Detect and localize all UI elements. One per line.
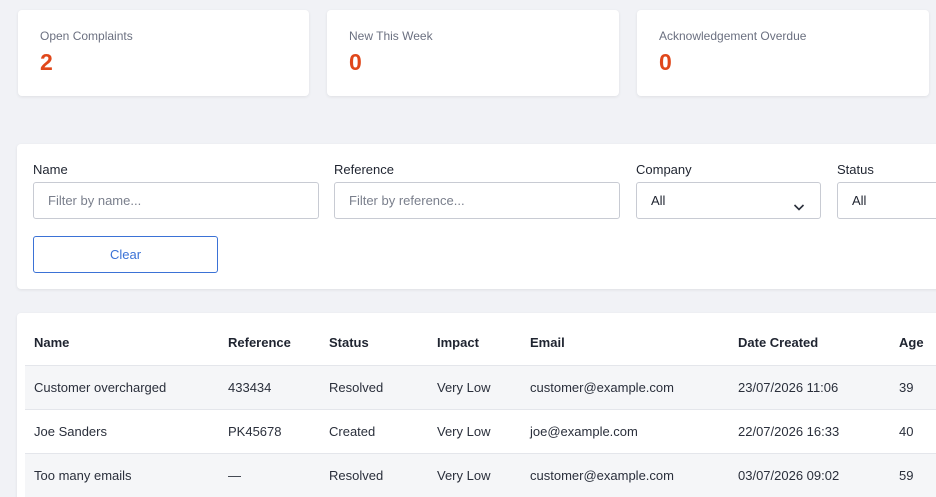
table-row[interactable]: Customer overcharged 433434 Resolved Ver… [25, 366, 936, 410]
cell-email: customer@example.com [530, 380, 674, 395]
cell-name: Too many emails [34, 468, 132, 483]
name-filter-label: Name [33, 162, 68, 177]
stat-label: Open Complaints [40, 29, 133, 43]
column-header-age[interactable]: Age [899, 335, 924, 350]
complaints-table: Name Reference Status Impact Email Date … [17, 313, 936, 497]
cell-status: Resolved [329, 468, 384, 483]
clear-button[interactable]: Clear [33, 236, 218, 273]
name-filter: Name [33, 162, 319, 219]
cell-reference: — [228, 468, 241, 483]
table-header: Name Reference Status Impact Email Date … [25, 313, 936, 366]
column-header-email[interactable]: Email [530, 335, 565, 350]
cell-age: 59 [899, 468, 914, 483]
status-filter: Status All [837, 162, 936, 219]
stat-card-acknowledgement-overdue: Acknowledgement Overdue 0 [637, 10, 929, 96]
cell-date-created: 22/07/2026 16:33 [738, 424, 840, 439]
table-row[interactable]: Too many emails — Resolved Very Low cust… [25, 454, 936, 497]
cell-name: Customer overcharged [34, 380, 167, 395]
filter-panel: Name Reference Company All Status All Cl… [17, 144, 936, 289]
column-header-name[interactable]: Name [34, 335, 69, 350]
cell-age: 39 [899, 380, 914, 395]
company-select[interactable]: All [636, 182, 821, 219]
cell-reference: 433434 [228, 380, 272, 395]
stat-value: 2 [40, 49, 53, 75]
cell-reference: PK45678 [228, 424, 282, 439]
cell-date-created: 03/07/2026 09:02 [738, 468, 840, 483]
chevron-down-icon [792, 192, 806, 227]
cell-impact: Very Low [437, 468, 491, 483]
column-header-date-created[interactable]: Date Created [738, 335, 818, 350]
stat-label: Acknowledgement Overdue [659, 29, 807, 43]
stat-value: 0 [349, 49, 362, 75]
cell-status: Resolved [329, 380, 384, 395]
company-filter-label: Company [636, 162, 692, 177]
cell-date-created: 23/07/2026 11:06 [738, 380, 839, 395]
stat-card-open-complaints: Open Complaints 2 [18, 10, 309, 96]
cell-impact: Very Low [437, 424, 491, 439]
cell-name: Joe Sanders [34, 424, 107, 439]
company-filter: Company All [636, 162, 821, 219]
reference-filter-label: Reference [334, 162, 394, 177]
stat-card-new-this-week: New This Week 0 [327, 10, 619, 96]
table-row[interactable]: Joe Sanders PK45678 Created Very Low joe… [25, 410, 936, 454]
cell-email: joe@example.com [530, 424, 638, 439]
status-filter-label: Status [837, 162, 874, 177]
reference-filter-input[interactable] [334, 182, 620, 219]
stat-label: New This Week [349, 29, 433, 43]
cell-impact: Very Low [437, 380, 491, 395]
reference-filter: Reference [334, 162, 620, 219]
cell-email: customer@example.com [530, 468, 674, 483]
status-select-value: All [852, 193, 867, 208]
cell-status: Created [329, 424, 376, 439]
column-header-reference[interactable]: Reference [228, 335, 291, 350]
stat-value: 0 [659, 49, 672, 75]
status-select[interactable]: All [837, 182, 936, 219]
company-select-value: All [651, 193, 666, 208]
name-filter-input[interactable] [33, 182, 319, 219]
cell-age: 40 [899, 424, 914, 439]
column-header-impact[interactable]: Impact [437, 335, 479, 350]
column-header-status[interactable]: Status [329, 335, 369, 350]
